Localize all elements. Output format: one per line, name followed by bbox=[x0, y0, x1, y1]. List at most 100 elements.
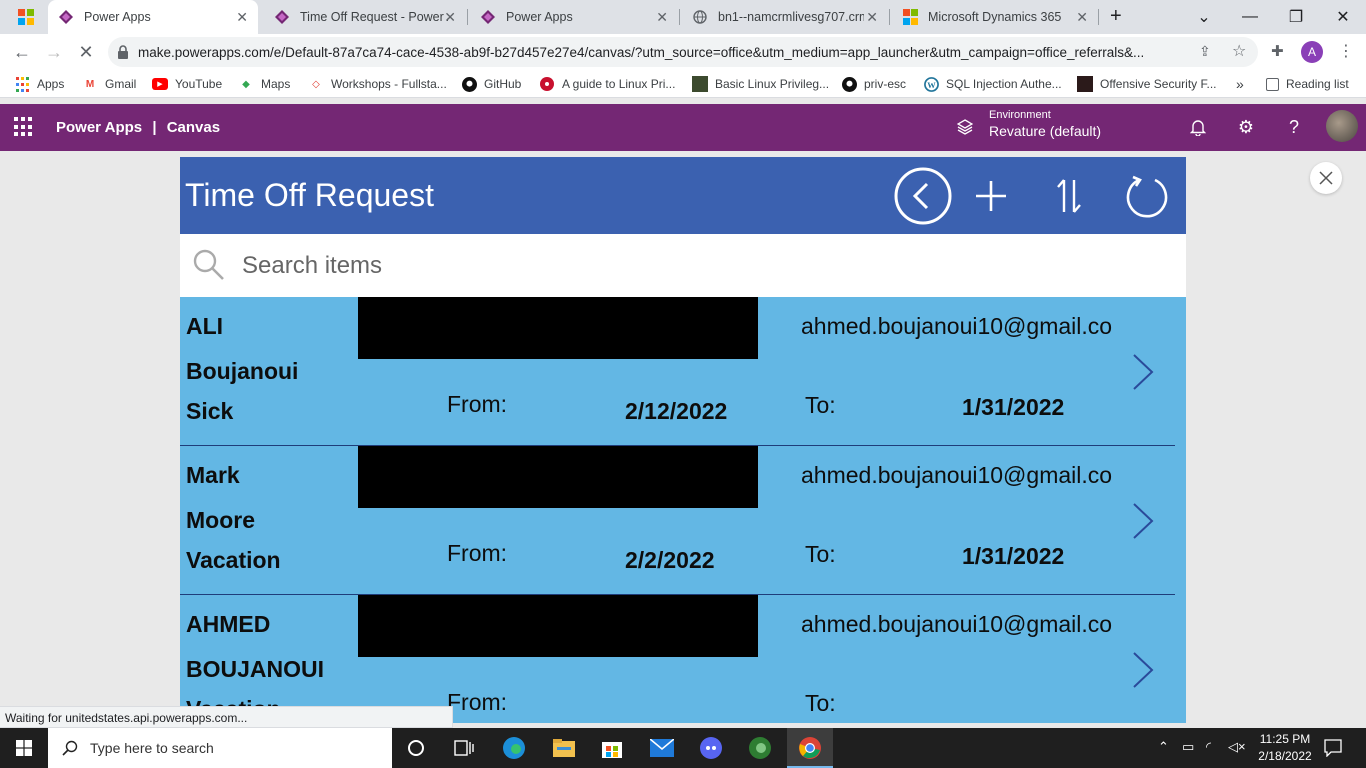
bookmark-sql-injection[interactable]: W SQL Injection Authe... bbox=[923, 75, 1062, 93]
user-avatar[interactable] bbox=[1326, 110, 1358, 142]
help-icon[interactable]: ? bbox=[1283, 116, 1305, 138]
close-app-button[interactable] bbox=[1310, 162, 1342, 194]
tab-power-apps-active[interactable]: Power Apps ✕ bbox=[48, 0, 258, 34]
tab-crm[interactable]: bn1--namcrmlivesg707.crm ✕ bbox=[682, 0, 888, 34]
more-bookmarks-button[interactable]: » bbox=[1236, 75, 1244, 93]
edge-dev-icon[interactable] bbox=[746, 734, 774, 762]
sort-icon[interactable] bbox=[1040, 167, 1098, 225]
from-label: From: bbox=[447, 540, 508, 566]
bookmark-gmail[interactable]: M Gmail bbox=[82, 75, 137, 93]
chrome-apps-icon[interactable] bbox=[18, 9, 34, 25]
minimize-button[interactable]: — bbox=[1227, 0, 1273, 34]
environment-label: Environment bbox=[989, 109, 1051, 121]
tab-separator bbox=[889, 9, 890, 25]
forward-button[interactable]: → bbox=[40, 38, 68, 66]
chevron-right-icon[interactable] bbox=[1130, 650, 1156, 690]
file-explorer-icon[interactable] bbox=[550, 734, 578, 762]
close-tab-icon[interactable]: ✕ bbox=[656, 9, 668, 26]
show-hidden-icons-chevron[interactable]: ⌃ bbox=[1158, 739, 1169, 755]
search-input[interactable] bbox=[242, 250, 1142, 282]
bookmark-label: Maps bbox=[261, 77, 291, 91]
from-label: From: bbox=[447, 391, 508, 417]
tab-search-chevron-icon[interactable]: ⌄ bbox=[1181, 0, 1227, 34]
add-icon[interactable] bbox=[962, 167, 1020, 225]
discord-icon[interactable] bbox=[697, 734, 725, 762]
url-text[interactable]: make.powerapps.com/e/Default-87a7ca74-ca… bbox=[138, 45, 1188, 60]
power-apps-icon bbox=[274, 9, 290, 25]
refresh-icon[interactable] bbox=[1118, 167, 1176, 225]
cortana-icon[interactable] bbox=[402, 734, 430, 762]
bookmark-star-icon[interactable]: ☆ bbox=[1232, 41, 1246, 61]
system-clock[interactable]: 11:25 PM 2/18/2022 bbox=[1250, 731, 1320, 765]
extensions-icon[interactable]: ✚ bbox=[1271, 42, 1284, 60]
edge-icon[interactable] bbox=[500, 734, 528, 762]
task-view-icon[interactable] bbox=[450, 734, 478, 762]
tab-time-off-request[interactable]: Time Off Request - Power A ✕ bbox=[264, 0, 466, 34]
environment-picker[interactable]: Revature (default) bbox=[989, 123, 1101, 139]
gallery-row[interactable]: ALI Boujanoui Sick ahmed.boujanoui10@gma… bbox=[180, 297, 1186, 446]
notifications-bell-icon[interactable] bbox=[1187, 116, 1209, 138]
mail-icon[interactable] bbox=[648, 734, 676, 762]
volume-icon[interactable]: ◁× bbox=[1228, 739, 1246, 755]
power-apps-title[interactable]: Power Apps | Canvas bbox=[56, 119, 220, 136]
close-tab-icon[interactable]: ✕ bbox=[866, 9, 878, 26]
redacted-block bbox=[358, 297, 758, 359]
battery-icon[interactable]: ▭ bbox=[1182, 739, 1194, 755]
close-tab-icon[interactable]: ✕ bbox=[236, 9, 248, 26]
lock-icon[interactable] bbox=[108, 45, 138, 59]
gallery-row[interactable]: AHMED BOUJANOUI Vacation ahmed.boujanoui… bbox=[180, 595, 1186, 723]
bookmark-youtube[interactable]: ▶ YouTube bbox=[152, 75, 222, 93]
employee-last-name: Boujanoui bbox=[186, 358, 299, 384]
bookmark-workshops[interactable]: ◇ Workshops - Fullsta... bbox=[308, 75, 447, 93]
bookmark-linux-guide[interactable]: A guide to Linux Pri... bbox=[539, 75, 675, 93]
taskbar-search-box[interactable]: Type here to search bbox=[48, 728, 392, 768]
redacted-block bbox=[358, 595, 758, 657]
employee-email: ahmed.boujanoui10@gmail.co bbox=[801, 462, 1113, 488]
title-separator: | bbox=[152, 119, 157, 136]
bookmark-maps[interactable]: ◆ Maps bbox=[238, 75, 290, 93]
bookmark-basic-linux[interactable]: Basic Linux Privileg... bbox=[692, 75, 829, 93]
notifications-icon[interactable] bbox=[1324, 739, 1342, 762]
tab-power-apps[interactable]: Power Apps ✕ bbox=[470, 0, 678, 34]
microsoft-store-icon[interactable] bbox=[598, 734, 626, 762]
time-off-app: Time Off Request ALI Boujanoui Sick ahme… bbox=[180, 157, 1186, 723]
new-tab-button[interactable]: + bbox=[1110, 5, 1122, 28]
restore-button[interactable]: ❐ bbox=[1273, 0, 1319, 34]
close-window-button[interactable]: ✕ bbox=[1320, 0, 1366, 34]
github-icon bbox=[841, 76, 857, 92]
leave-type: Vacation bbox=[186, 547, 281, 573]
to-date: 1/31/2022 bbox=[962, 543, 1065, 569]
app-launcher-icon[interactable] bbox=[14, 117, 34, 137]
gallery-row[interactable]: Mark Moore Vacation ahmed.boujanoui10@gm… bbox=[180, 446, 1186, 595]
tab-title: Power Apps bbox=[84, 10, 151, 24]
chrome-menu-icon[interactable]: ⋮ bbox=[1338, 41, 1354, 61]
to-label: To: bbox=[805, 541, 836, 567]
chevron-right-icon[interactable] bbox=[1130, 352, 1156, 392]
bookmark-priv-esc[interactable]: priv-esc bbox=[841, 75, 906, 93]
share-icon[interactable]: ⇪ bbox=[1199, 43, 1211, 60]
close-tab-icon[interactable]: ✕ bbox=[444, 9, 456, 26]
address-bar[interactable]: make.powerapps.com/e/Default-87a7ca74-ca… bbox=[108, 37, 1258, 67]
bookmark-github[interactable]: GitHub bbox=[461, 75, 521, 93]
stop-loading-button[interactable]: ✕ bbox=[72, 38, 100, 66]
taskbar-search-placeholder: Type here to search bbox=[90, 740, 214, 756]
chrome-icon[interactable] bbox=[796, 734, 824, 762]
tab-dynamics-365[interactable]: Microsoft Dynamics 365 ✕ bbox=[892, 0, 1098, 34]
reading-list-button[interactable]: Reading list bbox=[1266, 75, 1349, 93]
tab-separator bbox=[467, 9, 468, 25]
wifi-icon[interactable]: ◜ bbox=[1206, 739, 1211, 755]
close-tab-icon[interactable]: ✕ bbox=[1076, 9, 1088, 26]
bookmark-offensive-security[interactable]: Offensive Security F... bbox=[1077, 75, 1217, 93]
clock-time: 11:25 PM bbox=[1259, 732, 1311, 746]
settings-gear-icon[interactable]: ⚙ bbox=[1235, 116, 1257, 138]
profile-avatar[interactable]: A bbox=[1301, 41, 1323, 63]
back-button[interactable]: ← bbox=[8, 38, 36, 66]
bookmark-label: GitHub bbox=[484, 77, 522, 91]
environment-icon[interactable] bbox=[956, 119, 974, 140]
windows-start-button[interactable] bbox=[0, 728, 48, 768]
chevron-right-icon[interactable] bbox=[1130, 501, 1156, 541]
bookmark-apps[interactable]: Apps bbox=[14, 75, 64, 93]
back-circle-icon[interactable] bbox=[894, 167, 952, 225]
bookmarks-bar: Apps M Gmail ▶ YouTube ◆ Maps ◇ Workshop… bbox=[0, 70, 1366, 98]
offsec-icon bbox=[1077, 76, 1093, 92]
